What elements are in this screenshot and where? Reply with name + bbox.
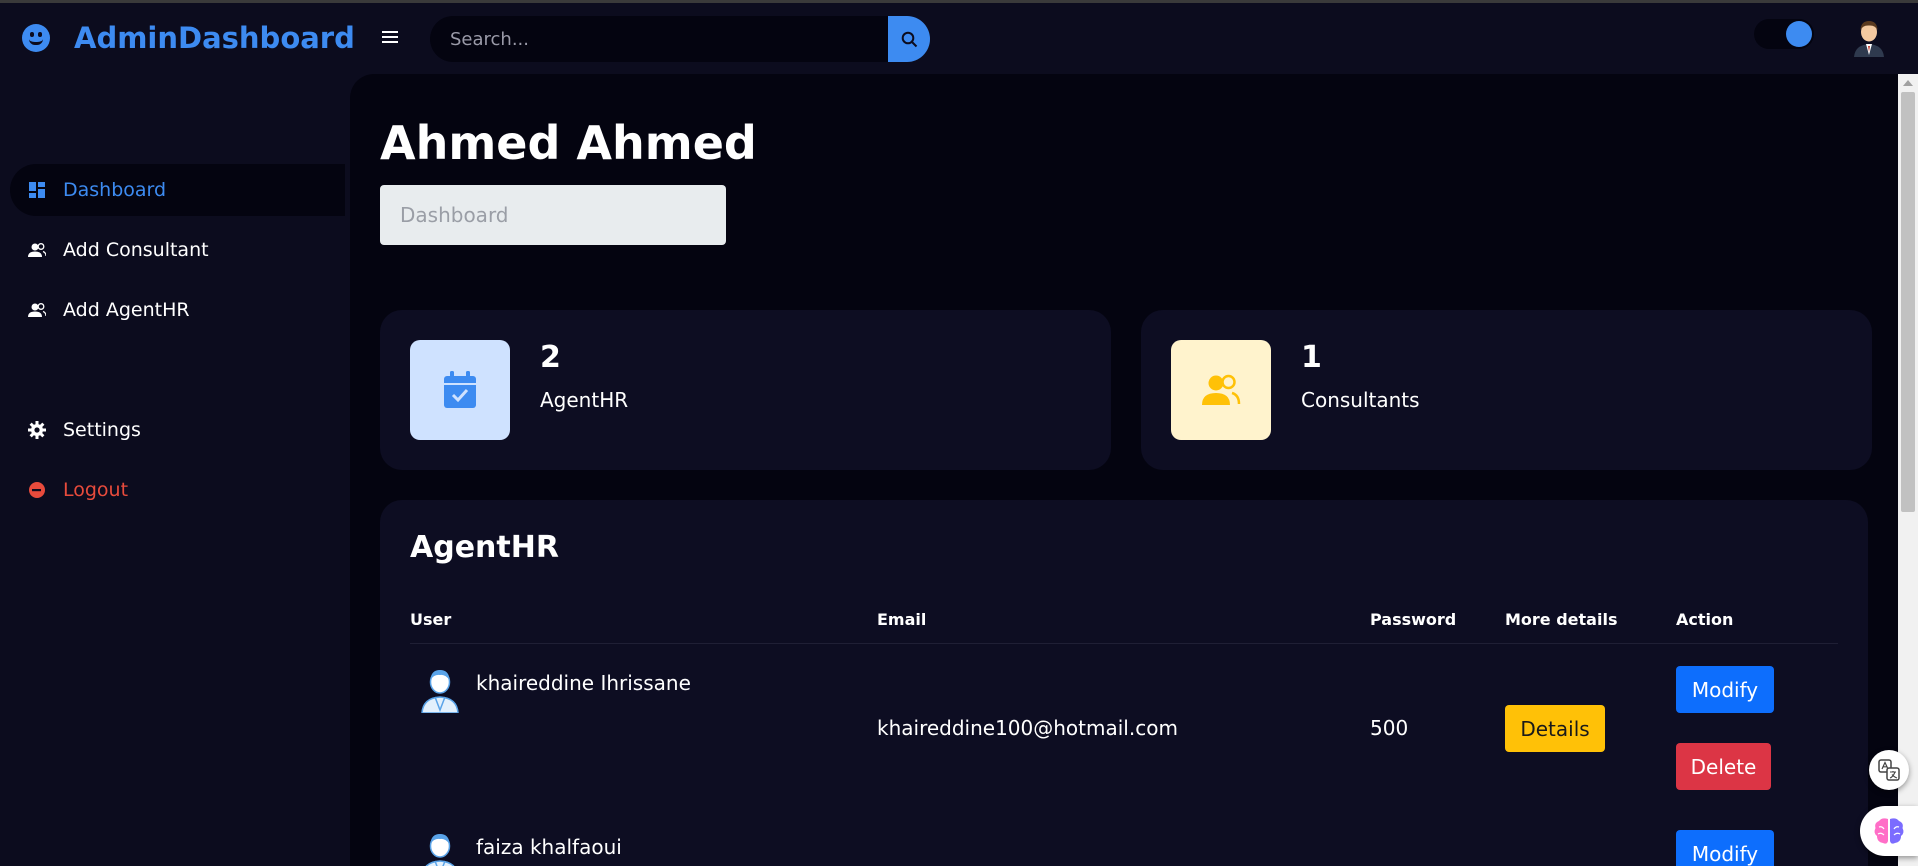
theme-toggle-knob [1786,21,1812,47]
user-name: faiza khalfaoui [476,835,622,859]
translate-extension-button[interactable] [1869,750,1909,790]
table-row-user: faiza khalfaoui [410,831,622,866]
stat-card-agenthr: 2 AgentHR [380,310,1111,470]
logout-icon [28,481,46,499]
sidebar: Dashboard Add Consultant Add AgentHR Set… [0,75,350,866]
user-email: khaireddine100@hotmail.com [877,716,1178,740]
column-header-more-details: More details [1505,610,1618,629]
calendar-check-icon [410,340,510,440]
page-title: Ahmed Ahmed [380,116,757,170]
search-icon [901,31,917,47]
scrollbar[interactable] [1898,74,1918,866]
brand-name: AdminDashboard [74,21,355,55]
sidebar-item-add-consultant[interactable]: Add Consultant [10,224,345,276]
modify-button[interactable]: Modify [1676,666,1774,713]
brain-extension-button[interactable] [1860,806,1918,856]
column-header-password: Password [1370,610,1457,629]
users-icon [28,241,46,259]
stat-card-consultants: 1 Consultants [1141,310,1872,470]
translate-icon [1878,759,1900,781]
smile-icon [22,24,50,52]
search-button[interactable] [888,16,930,62]
details-button[interactable]: Details [1505,705,1605,752]
search-bar [430,16,930,62]
theme-toggle[interactable] [1754,19,1814,49]
user-avatar-icon [421,670,459,713]
sidebar-item-label: Add AgentHR [63,299,190,321]
brand[interactable]: AdminDashboard [22,21,355,55]
column-header-action: Action [1676,610,1734,629]
gear-icon [28,421,46,439]
scrollbar-thumb[interactable] [1901,92,1915,512]
user-avatar[interactable] [1852,17,1886,57]
search-input[interactable] [430,16,888,62]
user-avatar-icon [425,834,455,866]
column-header-email: Email [877,610,927,629]
table-title: AgentHR [410,530,559,565]
column-header-user: User [410,610,452,629]
user-password: 500 [1370,716,1409,740]
scroll-up-arrow-icon[interactable] [1903,80,1913,86]
sidebar-item-label: Dashboard [63,179,167,201]
stat-value: 2 [540,340,561,375]
breadcrumb[interactable]: Dashboard [380,185,726,245]
users-icon [28,301,46,319]
users-icon [1171,340,1271,440]
top-header: AdminDashboard [0,3,1918,75]
sidebar-item-label: Logout [63,479,129,501]
brain-icon [1874,818,1904,844]
sidebar-item-label: Settings [63,419,141,441]
modify-button[interactable]: Modify [1676,830,1774,866]
sidebar-item-settings[interactable]: Settings [10,404,345,456]
stat-label: AgentHR [540,388,629,412]
main-content: Ahmed Ahmed Dashboard 2 AgentHR 1 Consul… [350,74,1898,866]
delete-button[interactable]: Delete [1676,743,1771,790]
stat-value: 1 [1301,340,1322,375]
stat-label: Consultants [1301,388,1420,412]
menu-toggle-icon[interactable] [382,31,398,45]
table-header-divider [410,643,1838,644]
agenthr-table-card: AgentHR User Email Password More details… [380,500,1868,866]
sidebar-item-logout[interactable]: Logout [10,464,345,516]
sidebar-item-add-agenthr[interactable]: Add AgentHR [10,284,345,336]
table-row-user: khaireddine Ihrissane [410,667,691,713]
sidebar-item-label: Add Consultant [63,239,209,261]
grid-icon [28,181,46,199]
user-name: khaireddine Ihrissane [476,671,691,695]
sidebar-item-dashboard[interactable]: Dashboard [10,164,345,216]
